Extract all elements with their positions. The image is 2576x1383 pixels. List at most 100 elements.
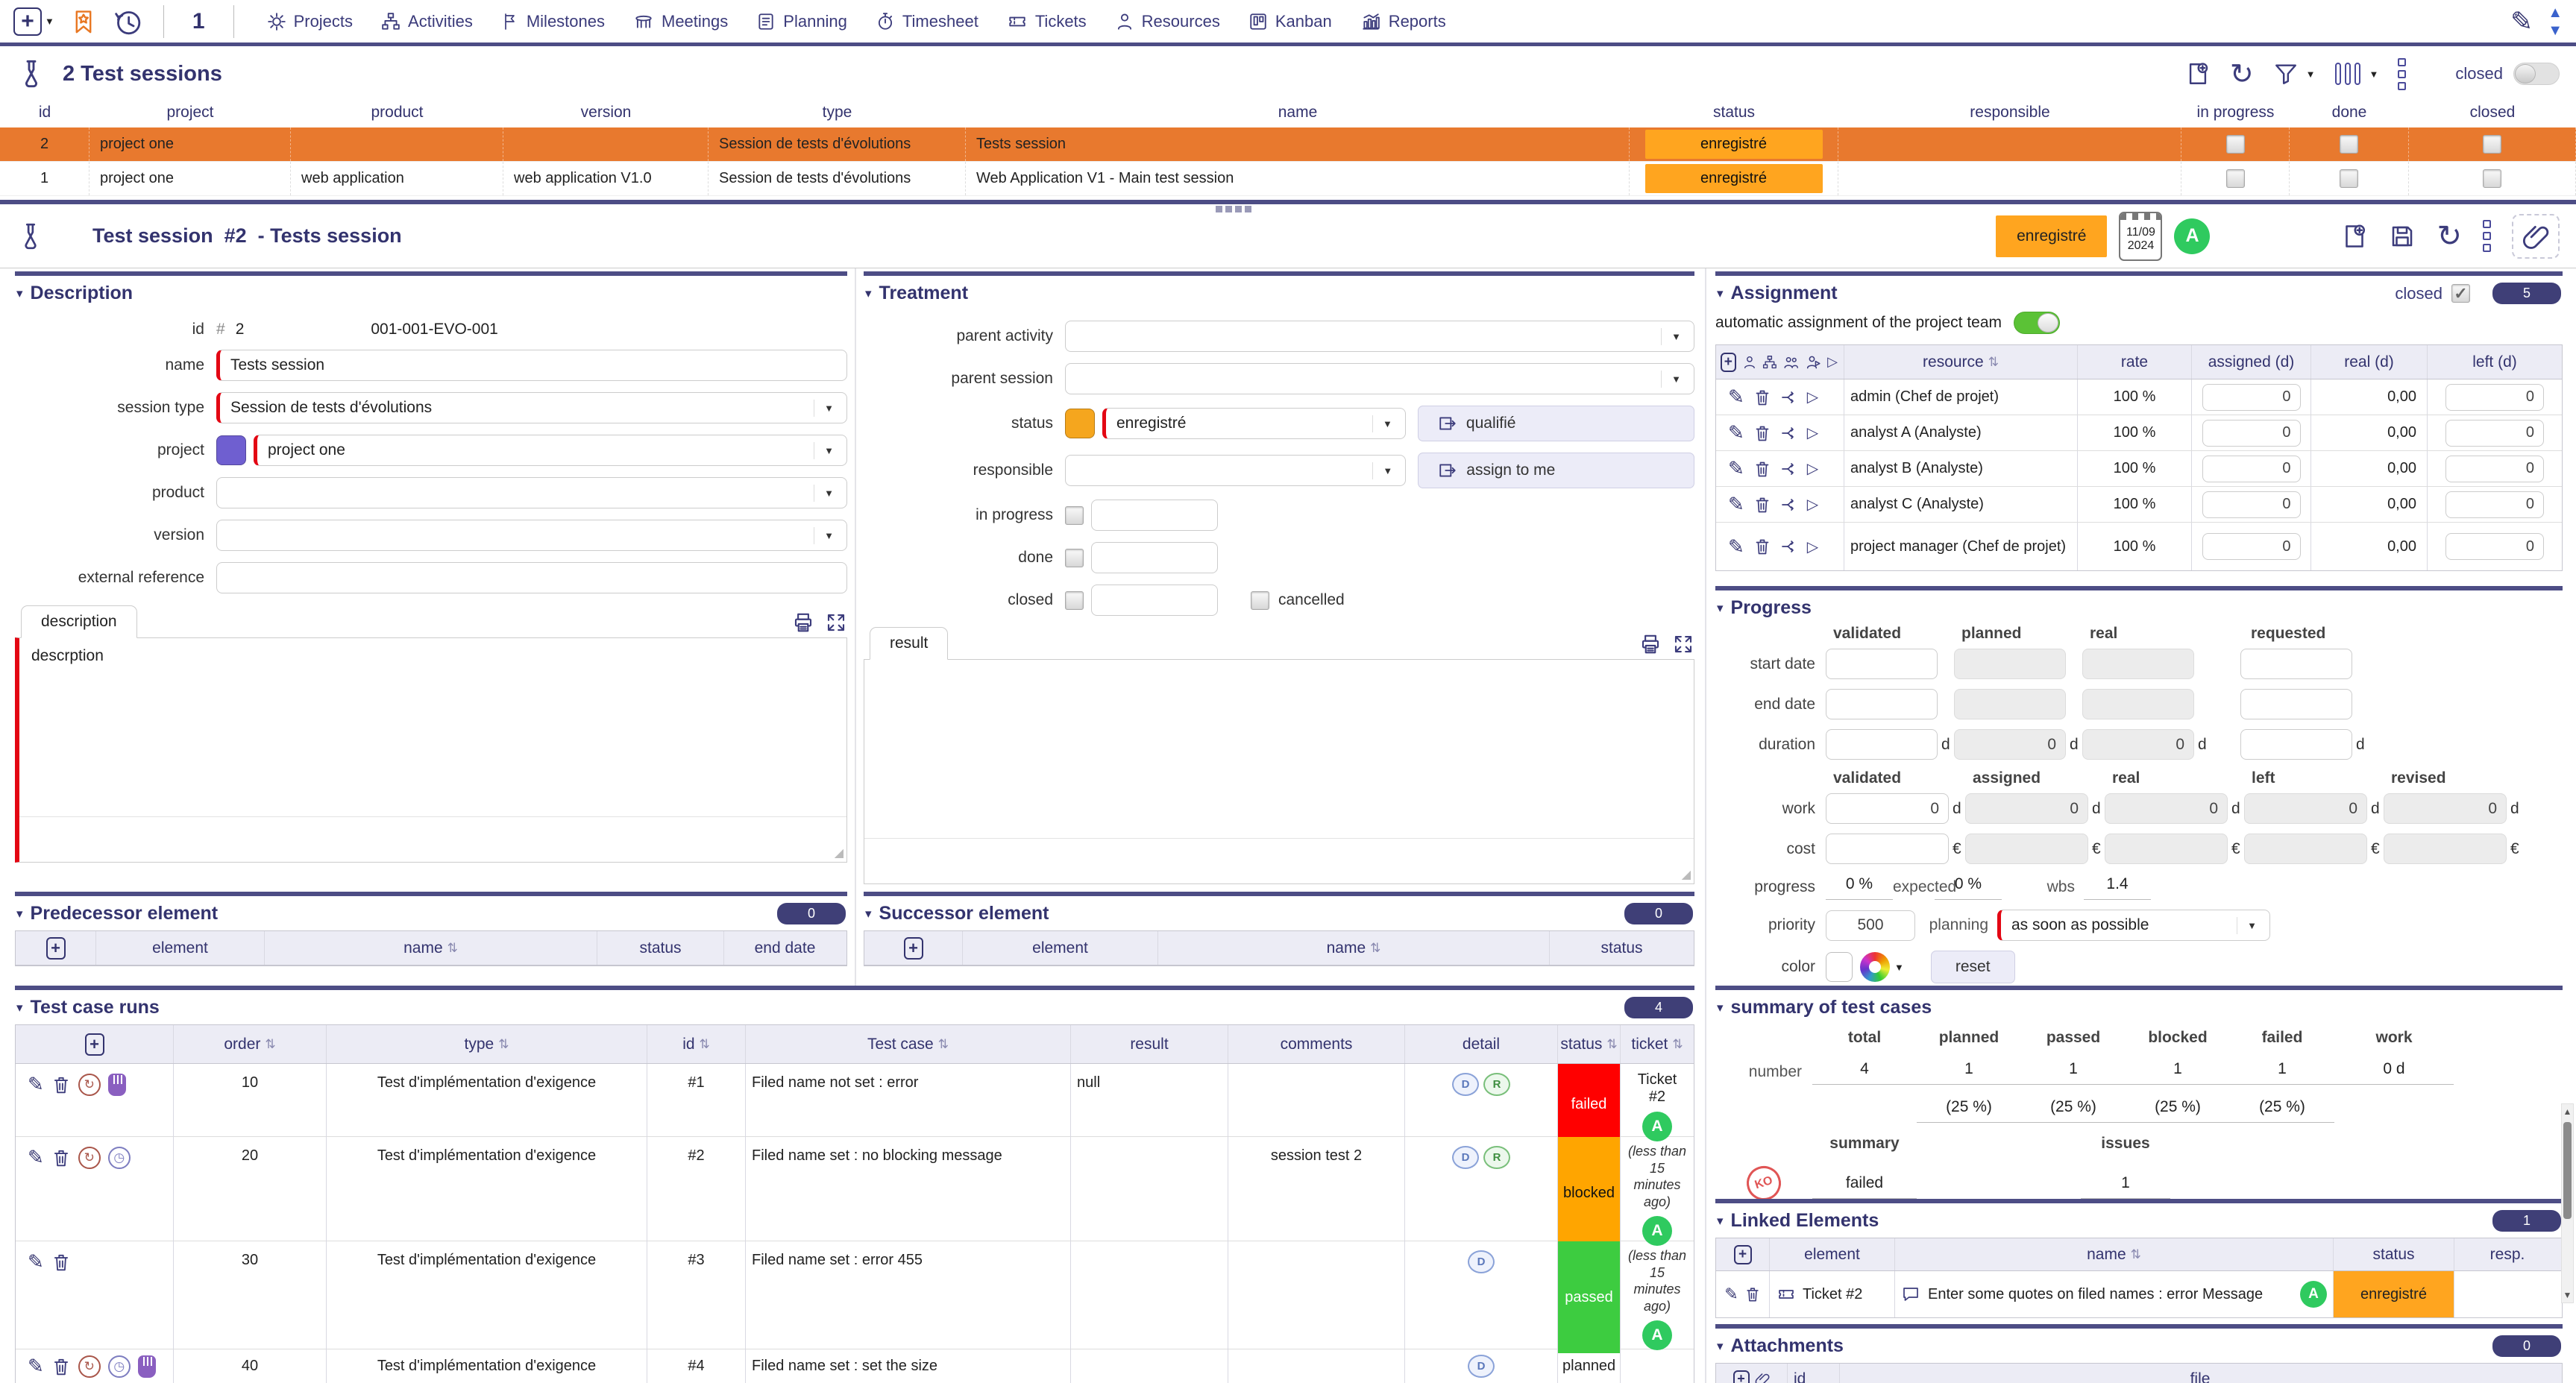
closed-checkbox[interactable] (2483, 169, 2501, 188)
parent-activity-select[interactable] (1065, 321, 1694, 352)
menu-timesheet[interactable]: Timesheet (876, 12, 978, 31)
transfer-icon[interactable] (1780, 424, 1798, 442)
edit-icon[interactable] (28, 1355, 44, 1378)
assigned-input[interactable]: 0 (2202, 491, 2301, 518)
detail-icon[interactable] (1807, 388, 1818, 406)
collapse-icon[interactable] (16, 1001, 23, 1015)
description-textarea[interactable]: descrption (15, 637, 847, 863)
history-icon[interactable] (113, 7, 142, 37)
product-select[interactable] (216, 477, 847, 508)
expand-icon[interactable] (1672, 633, 1694, 655)
columns-button[interactable] (2334, 63, 2379, 85)
expand-right-icon[interactable] (1827, 354, 1838, 370)
refresh-icon[interactable] (2437, 219, 2462, 253)
drag-hand-icon[interactable] (107, 1073, 126, 1096)
result-textarea[interactable] (864, 659, 1694, 884)
collapse-expand-arrows[interactable] (2548, 7, 2563, 37)
add-assignment-button[interactable]: + (1721, 352, 1736, 372)
start-requested-field[interactable] (2240, 649, 2352, 679)
left-input[interactable]: 0 (2445, 383, 2544, 411)
col-id[interactable]: id (0, 104, 89, 122)
done-checkbox[interactable] (2340, 169, 2358, 188)
add-successor-button[interactable]: + (903, 936, 923, 960)
done-date-field[interactable] (1091, 542, 1218, 573)
refresh-icon[interactable] (2230, 57, 2254, 91)
person-icon[interactable] (1742, 353, 1757, 371)
date-chip[interactable]: 11/09 2024 (2119, 211, 2163, 261)
linked-element-name[interactable]: Enter some quotes on filed names : error… (1928, 1286, 2263, 1303)
assign-to-me-button[interactable]: assign to me (1418, 453, 1694, 488)
col-project[interactable]: project (89, 104, 291, 122)
assigned-input[interactable]: 0 (2202, 419, 2301, 447)
detail-icon[interactable] (1807, 538, 1818, 556)
add-attachment-button[interactable]: + (1732, 1370, 1750, 1383)
assigned-input[interactable]: 0 (2202, 383, 2301, 411)
duration-requested-field[interactable] (2240, 729, 2352, 760)
left-input[interactable]: 0 (2445, 533, 2544, 560)
col-status[interactable]: status (1630, 104, 1838, 122)
status-select[interactable]: enregistré (1102, 408, 1406, 439)
scroll-up-arrow[interactable] (2562, 1106, 2573, 1117)
collapse-icon[interactable] (16, 907, 23, 922)
description-bubble-icon[interactable]: D (1468, 1250, 1495, 1273)
edit-icon[interactable] (1724, 1285, 1738, 1304)
assignment-row[interactable]: analyst C (Analyste) 100 % 0 0,00 0 (1716, 487, 2562, 523)
menu-milestones[interactable]: Milestones (501, 12, 605, 31)
qualify-button[interactable]: qualifié (1417, 406, 1694, 441)
edit-icon[interactable] (1728, 385, 1744, 409)
detail-icon[interactable] (1807, 423, 1818, 442)
reset-color-button[interactable]: reset (1930, 951, 2015, 983)
responsible-select[interactable] (1065, 455, 1407, 486)
project-select[interactable]: project one (254, 435, 847, 466)
color-swatch[interactable] (1826, 952, 1853, 982)
transfer-icon[interactable] (1780, 496, 1798, 514)
col-responsible[interactable]: responsible (1838, 104, 2181, 122)
menu-kanban[interactable]: Kanban (1248, 12, 1332, 31)
assignment-row[interactable]: analyst B (Analyste) 100 % 0 0,00 0 (1716, 451, 2562, 487)
run-test-icon[interactable] (78, 1073, 101, 1096)
linked-element-id[interactable]: Ticket #2 (1803, 1286, 1862, 1303)
resize-handle-icon[interactable] (1682, 867, 1691, 882)
add-predecessor-button[interactable]: + (45, 936, 66, 960)
collapse-icon[interactable] (16, 286, 23, 301)
print-icon[interactable] (1639, 633, 1662, 655)
detail-icon[interactable] (1807, 495, 1818, 514)
team-icon[interactable] (1783, 353, 1799, 371)
menu-tickets[interactable]: Tickets (1007, 12, 1087, 31)
col-type[interactable]: type (709, 104, 966, 122)
closed-assignments-checkbox[interactable] (2451, 284, 2470, 303)
open-items-count[interactable]: 1 (185, 9, 213, 34)
new-item-icon[interactable] (2341, 222, 2368, 251)
duration-validated-field[interactable] (1826, 729, 1938, 760)
color-wheel-icon[interactable] (1860, 952, 1890, 982)
test-case-run-row[interactable]: 40 Test d'implémentation d'exigence #4 F… (16, 1349, 1694, 1383)
assigned-input[interactable]: 0 (2202, 533, 2301, 560)
result-bubble-icon[interactable]: R (1483, 1073, 1510, 1096)
collapse-icon[interactable] (1717, 1339, 1724, 1354)
planning-select[interactable]: as soon as possible (1997, 910, 2270, 941)
closed-checkbox[interactable] (2483, 135, 2501, 154)
end-requested-field[interactable] (2240, 689, 2352, 719)
test-case-run-row[interactable]: 20 Test d'implémentation d'exigence #2 F… (16, 1137, 1694, 1249)
new-item-icon[interactable] (2185, 60, 2211, 87)
description-bubble-icon[interactable]: D (1468, 1355, 1495, 1378)
version-select[interactable] (216, 520, 847, 551)
add-link-button[interactable]: + (1733, 1244, 1752, 1264)
more-options-icon[interactable] (2483, 220, 2491, 252)
cost-validated-field[interactable] (1826, 834, 1949, 864)
closed-filter-toggle[interactable] (2513, 63, 2560, 85)
col-version[interactable]: version (503, 104, 709, 122)
collapse-icon[interactable] (1717, 601, 1724, 616)
priority-input[interactable]: 500 (1826, 910, 1915, 941)
scrollbar-thumb[interactable] (2563, 1122, 2572, 1219)
expand-icon[interactable] (825, 611, 847, 634)
delete-icon[interactable] (1744, 1285, 1761, 1303)
drag-hand-icon[interactable] (137, 1355, 156, 1378)
delete-icon[interactable] (51, 1356, 71, 1377)
linked-element-row[interactable]: Ticket #2 Enter some quotes on filed nam… (1716, 1271, 2562, 1317)
menu-projects[interactable]: Projects (267, 12, 353, 31)
collapse-icon[interactable] (1717, 1214, 1724, 1229)
description-bubble-icon[interactable]: D (1452, 1073, 1479, 1096)
edit-icon[interactable] (1728, 457, 1744, 480)
run-test-icon[interactable] (78, 1355, 101, 1378)
